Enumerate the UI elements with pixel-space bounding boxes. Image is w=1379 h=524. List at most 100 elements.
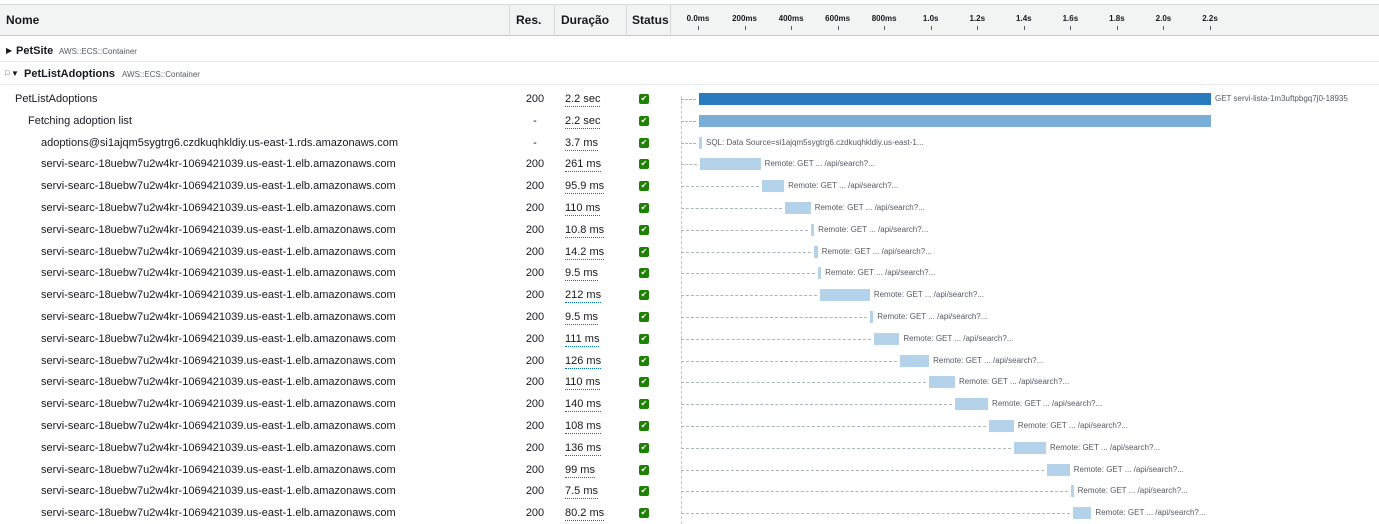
segment-row[interactable]: servi-searc-18uebw7u2w4kr-1069421039.us-… xyxy=(0,393,1379,415)
segment-timeline-bar[interactable] xyxy=(1046,463,1070,476)
segment-duration[interactable]: 212 ms xyxy=(565,288,602,304)
segment-response-code: 200 xyxy=(525,223,545,236)
column-header-name[interactable]: Nome xyxy=(0,5,510,36)
segment-connector xyxy=(681,491,1068,493)
group-row-petlistadoptions[interactable]: □ ▼ PetListAdoptions AWS::ECS::Container xyxy=(0,63,1379,85)
segment-response-code: 200 xyxy=(525,485,545,498)
segment-row[interactable]: servi-searc-18uebw7u2w4kr-1069421039.us-… xyxy=(0,328,1379,350)
segment-timeline-bar[interactable] xyxy=(1014,441,1046,454)
timeline-tick-label: 0.0ms xyxy=(686,14,710,23)
segment-duration[interactable]: 10.8 ms xyxy=(565,223,605,238)
segment-row[interactable]: servi-searc-18uebw7u2w4kr-1069421039.us-… xyxy=(0,371,1379,393)
group-row-petsite[interactable]: ▶ PetSite AWS::ECS::Container xyxy=(0,40,1379,62)
segment-connector xyxy=(681,164,697,166)
segment-timeline-bar[interactable] xyxy=(929,376,955,389)
segment-duration[interactable]: 110 ms xyxy=(565,201,601,216)
segment-timeline-bar[interactable] xyxy=(988,420,1014,432)
segment-duration[interactable]: 111 ms xyxy=(565,332,600,347)
segment-duration[interactable]: 2.2 sec xyxy=(565,92,601,107)
segment-timeline-bar[interactable] xyxy=(1072,507,1092,520)
timeline-tick-mark xyxy=(791,26,793,30)
segment-row[interactable]: servi-searc-18uebw7u2w4kr-1069421039.us-… xyxy=(0,175,1379,197)
segment-duration[interactable]: 140 ms xyxy=(565,397,602,413)
timeline-tick-label: 2.2s xyxy=(1202,14,1218,23)
timeline-tick-label: 800ms xyxy=(871,14,897,23)
segment-row[interactable]: servi-searc-18uebw7u2w4kr-1069421039.us-… xyxy=(0,437,1379,459)
segment-name: servi-searc-18uebw7u2w4kr-1069421039.us-… xyxy=(41,289,396,302)
segment-duration[interactable]: 14.2 ms xyxy=(565,245,605,260)
segment-timeline-bar[interactable] xyxy=(820,289,870,302)
status-ok-icon: ✔ xyxy=(639,268,649,279)
status-ok-icon: ✔ xyxy=(639,442,649,453)
column-header-status[interactable]: Status xyxy=(627,5,671,36)
segment-row[interactable]: servi-searc-18uebw7u2w4kr-1069421039.us-… xyxy=(0,350,1379,372)
segment-response-code: 200 xyxy=(525,289,545,302)
segment-duration[interactable]: 126 ms xyxy=(565,354,602,369)
timeline-tick-label: 1.2s xyxy=(969,14,986,23)
segment-row[interactable]: servi-searc-18uebw7u2w4kr-1069421039.us-… xyxy=(0,502,1379,524)
segment-timeline-bar[interactable] xyxy=(811,223,815,236)
status-ok-icon: ✔ xyxy=(639,290,649,301)
segment-row[interactable]: servi-searc-18uebw7u2w4kr-1069421039.us-… xyxy=(0,480,1379,502)
segment-row[interactable]: Fetching adoption list - 2.2 sec ✔ xyxy=(0,110,1379,132)
segment-name: servi-searc-18uebw7u2w4kr-1069421039.us-… xyxy=(41,158,396,171)
timeline-tick-label: 1.6s xyxy=(1062,14,1079,23)
segment-duration[interactable]: 9.5 ms xyxy=(565,310,599,325)
segment-row[interactable]: servi-searc-18uebw7u2w4kr-1069421039.us-… xyxy=(0,459,1379,481)
segment-row[interactable]: servi-searc-18uebw7u2w4kr-1069421039.us-… xyxy=(0,306,1379,328)
segment-row[interactable]: adoptions@si1ajqm5sygtrg6.czdkuqhkldiy.u… xyxy=(0,132,1379,154)
timeline-tick-mark xyxy=(1163,26,1165,30)
segment-duration[interactable]: 3.7 ms xyxy=(565,136,599,151)
segment-timeline-bar[interactable] xyxy=(761,180,785,193)
segment-name: servi-searc-18uebw7u2w4kr-1069421039.us-… xyxy=(41,398,396,411)
segment-timeline-bar[interactable] xyxy=(699,158,761,171)
segment-timeline-bar[interactable] xyxy=(699,114,1211,127)
segment-response-code: 200 xyxy=(525,507,545,520)
segment-row[interactable]: servi-searc-18uebw7u2w4kr-1069421039.us-… xyxy=(0,197,1379,219)
segment-timeline-label: Remote: GET ... /api/search?... xyxy=(814,203,925,212)
segment-row[interactable]: servi-searc-18uebw7u2w4kr-1069421039.us-… xyxy=(0,284,1379,306)
caret-down-icon[interactable]: ▼ xyxy=(11,63,19,85)
timeline-tick-label: 1.4s xyxy=(1016,14,1032,23)
segment-row[interactable]: servi-searc-18uebw7u2w4kr-1069421039.us-… xyxy=(0,415,1379,437)
status-ok-icon: ✔ xyxy=(639,377,649,388)
segment-name: servi-searc-18uebw7u2w4kr-1069421039.us-… xyxy=(41,441,396,454)
segment-timeline-bar[interactable] xyxy=(699,136,702,149)
segment-row[interactable]: servi-searc-18uebw7u2w4kr-1069421039.us-… xyxy=(0,153,1379,175)
segment-timeline-label: Remote: GET ... /api/search?... xyxy=(825,268,936,278)
segment-timeline-bar[interactable] xyxy=(699,93,1211,105)
segment-duration[interactable]: 136 ms xyxy=(565,441,602,456)
segment-duration[interactable]: 9.5 ms xyxy=(565,266,599,282)
segment-row[interactable]: servi-searc-18uebw7u2w4kr-1069421039.us-… xyxy=(0,241,1379,263)
segment-timeline-bar[interactable] xyxy=(1070,485,1074,498)
segment-duration[interactable]: 99 ms xyxy=(565,463,595,478)
segment-timeline-bar[interactable] xyxy=(873,332,900,345)
segment-name: servi-searc-18uebw7u2w4kr-1069421039.us-… xyxy=(41,507,396,520)
segment-row[interactable]: PetListAdoptions 200 2.2 sec ✔ GET servi-lis… xyxy=(0,88,1379,110)
caret-right-icon[interactable]: ▶ xyxy=(6,40,12,62)
segment-duration[interactable]: 7.5 ms xyxy=(565,484,599,500)
segment-duration[interactable]: 2.2 sec xyxy=(565,114,601,129)
segment-timeline-bar[interactable] xyxy=(818,267,822,280)
segment-row[interactable]: servi-searc-18uebw7u2w4kr-1069421039.us-… xyxy=(0,219,1379,241)
segment-duration[interactable]: 108 ms xyxy=(565,419,602,434)
segment-duration[interactable]: 261 ms xyxy=(565,157,602,173)
resize-handle-icon: □ xyxy=(5,70,10,77)
segment-timeline-bar[interactable] xyxy=(899,354,930,367)
segment-response-code: 200 xyxy=(525,202,545,214)
group-type: AWS::ECS::Container xyxy=(59,47,137,56)
segment-timeline-bar[interactable] xyxy=(814,245,818,258)
segment-duration[interactable]: 80.2 ms xyxy=(565,506,605,522)
segment-timeline-bar[interactable] xyxy=(870,311,874,323)
column-header-res[interactable]: Res. xyxy=(510,5,555,36)
segment-duration[interactable]: 110 ms xyxy=(565,375,601,391)
segment-connector xyxy=(681,99,696,100)
segment-timeline-label: Remote: GET ... /api/search?... xyxy=(873,290,984,300)
segment-connector xyxy=(681,142,696,144)
segment-timeline-bar[interactable] xyxy=(955,398,989,411)
segment-row[interactable]: servi-searc-18uebw7u2w4kr-1069421039.us-… xyxy=(0,262,1379,284)
status-ok-icon: ✔ xyxy=(639,399,649,410)
column-header-duration[interactable]: Duração xyxy=(555,5,627,36)
segment-duration[interactable]: 95.9 ms xyxy=(565,179,605,195)
segment-timeline-bar[interactable] xyxy=(785,202,811,214)
